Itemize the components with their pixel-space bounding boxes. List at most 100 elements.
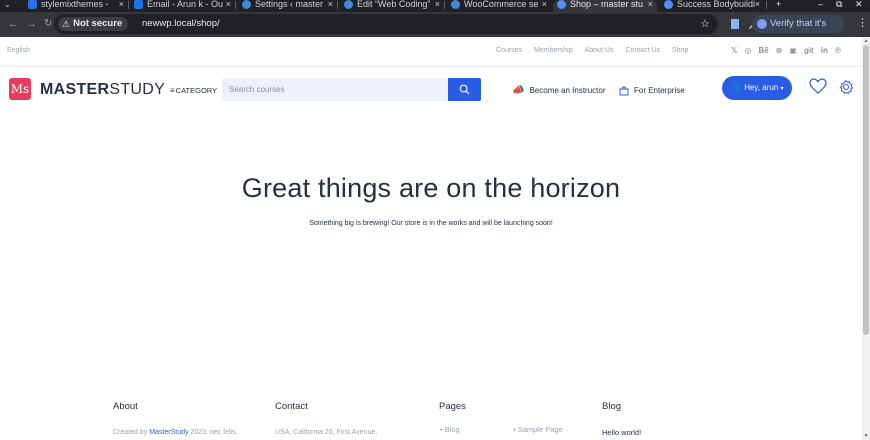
wordpress-icon xyxy=(451,0,460,9)
instagram-icon[interactable]: ◎ xyxy=(744,46,751,56)
scroll-down-arrow-icon[interactable]: ▼ xyxy=(863,433,869,439)
twitter-icon[interactable]: 𝕏 xyxy=(731,46,737,56)
close-icon[interactable]: × xyxy=(435,0,440,9)
category-menu-button[interactable]: ≡CATEGORY xyxy=(170,86,217,96)
browser-tab-strip: ⌄ stylemixthemes - × Email - Arun k - Ou… xyxy=(0,0,870,12)
briefcase-icon xyxy=(619,86,629,96)
logo-text[interactable]: MASTERSTUDY xyxy=(40,81,165,99)
gear-icon[interactable] xyxy=(838,79,854,95)
tab-label: Shop – master stu xyxy=(570,0,644,9)
tab-success-bodybuilding[interactable]: Success Bodybuildi × xyxy=(660,0,764,12)
tab-settings[interactable]: Settings ‹ master × xyxy=(238,0,337,12)
footer-blog-post-link[interactable]: Hello world! xyxy=(602,428,641,437)
site-top-bar: English Courses Membership About Us Cont… xyxy=(0,37,862,67)
search-icon xyxy=(459,84,470,95)
linkedin-icon[interactable]: in xyxy=(821,46,828,56)
toplink-contact-us[interactable]: Contact Us xyxy=(625,47,660,54)
footer-pages-heading: Pages xyxy=(439,401,466,412)
user-account-button[interactable]: 👤 Hey, arun ▾ xyxy=(722,76,792,100)
footer-about: About Created by MasterStudy 2023, nec f… xyxy=(113,401,238,437)
footer-about-text: Created by MasterStudy 2023, nec felis. xyxy=(113,429,238,436)
wordpress-icon xyxy=(344,0,353,9)
url-text[interactable]: newwp.local/shop/ xyxy=(142,18,220,30)
tab-label: WooCommerce se xyxy=(464,0,539,9)
close-icon[interactable]: × xyxy=(328,0,333,9)
footer-contact-text: USA, California 20, First Avenue, xyxy=(275,429,378,436)
footer-contact: Contact USA, California 20, First Avenue… xyxy=(275,401,377,437)
chevron-down-icon: ⌄ xyxy=(4,0,11,9)
dribbble-icon[interactable]: ⊛ xyxy=(776,46,783,56)
tab-label: Email - Arun k - Ou xyxy=(147,0,224,9)
scroll-thumb[interactable] xyxy=(863,45,869,335)
user-icon: 👤 xyxy=(732,83,742,92)
user-greeting: Hey, arun xyxy=(744,83,779,92)
tab-favicon xyxy=(28,0,37,9)
tab-edit-web-coding[interactable]: Edit “Web Coding” × xyxy=(340,0,444,12)
toplink-shop[interactable]: Shop xyxy=(672,47,688,54)
footer-page-sample[interactable]: • Sample Page xyxy=(513,425,563,434)
close-icon[interactable]: × xyxy=(226,0,231,9)
language-switcher[interactable]: English xyxy=(7,47,30,54)
webpage: English Courses Membership About Us Cont… xyxy=(0,37,862,440)
close-icon[interactable]: × xyxy=(119,0,124,9)
tab-label: Success Bodybuildi xyxy=(677,0,756,9)
pinterest-icon[interactable]: ℗ xyxy=(835,46,841,56)
tab-label: Edit “Web Coding” xyxy=(357,0,431,9)
tab-stylemixthemes[interactable]: stylemixthemes - × xyxy=(24,0,128,12)
tab-shop-active[interactable]: Shop – master stu × xyxy=(553,0,657,12)
address-bar[interactable]: ⚠ Not secure newwp.local/shop/ ☆ xyxy=(54,14,718,34)
scroll-up-arrow-icon[interactable]: ▲ xyxy=(863,38,869,44)
social-links: 𝕏 ◎ Bē ⊛ ▣ git in ℗ xyxy=(731,46,841,56)
bookmark-star-icon[interactable]: ☆ xyxy=(700,17,710,30)
logo-mark[interactable]: Ms xyxy=(9,78,31,100)
behance-icon[interactable]: Bē xyxy=(758,46,768,56)
tab-woocommerce[interactable]: WooCommerce se × xyxy=(447,0,551,12)
site-header: Ms MASTERSTUDY ≡CATEGORY 📣 Become an Ins… xyxy=(0,67,862,117)
masterstudy-favicon-icon xyxy=(557,0,566,9)
tab-label: stylemixthemes - xyxy=(41,0,109,9)
restore-icon[interactable]: ⧉ xyxy=(836,0,842,9)
forward-icon[interactable]: → xyxy=(26,18,37,30)
page-scrollbar[interactable]: ▲ ▼ xyxy=(862,37,870,440)
close-icon[interactable]: × xyxy=(648,0,653,9)
close-icon[interactable]: × xyxy=(755,0,760,9)
site-footer: About Created by MasterStudy 2023, nec f… xyxy=(0,389,862,440)
flickr-icon[interactable]: ▣ xyxy=(789,46,797,56)
top-links: Courses Membership About Us Contact Us S… xyxy=(496,47,700,54)
for-enterprise-label: For Enterprise xyxy=(634,86,685,95)
account-icon xyxy=(757,19,767,29)
extension-icon[interactable] xyxy=(729,18,741,30)
wordpress-icon xyxy=(242,0,251,9)
toplink-about-us[interactable]: About Us xyxy=(585,47,614,54)
reload-icon[interactable]: ↻ xyxy=(44,18,52,30)
caret-down-icon: ▾ xyxy=(780,86,784,92)
back-icon[interactable]: ← xyxy=(8,18,19,30)
menu-kebab-icon[interactable]: ⋮ xyxy=(857,17,868,29)
footer-contact-heading: Contact xyxy=(275,401,308,412)
search-input[interactable] xyxy=(222,78,448,101)
security-indicator[interactable]: ⚠ Not secure xyxy=(58,17,129,31)
new-tab-button[interactable]: + xyxy=(776,0,781,9)
footer-blog-heading: Blog xyxy=(602,401,622,412)
verify-identity-button[interactable]: Verify that it's you xyxy=(752,15,844,47)
tab-search-button[interactable]: ⌄ xyxy=(0,0,24,12)
close-icon[interactable]: × xyxy=(542,0,547,9)
toplink-courses[interactable]: Courses xyxy=(496,47,522,54)
heart-icon[interactable] xyxy=(808,76,828,96)
search-button[interactable] xyxy=(448,78,481,101)
warning-icon: ⚠ xyxy=(62,19,71,29)
footer-page-blog[interactable]: • Blog xyxy=(440,425,460,434)
minimize-icon[interactable]: – xyxy=(818,0,823,9)
github-icon[interactable]: git xyxy=(804,46,814,56)
footer-about-heading: About xyxy=(113,401,138,412)
footer-blog: Blog Hello world! xyxy=(602,401,641,437)
close-window-icon[interactable]: ✕ xyxy=(855,0,863,9)
become-instructor-link[interactable]: 📣 Become an Instructor xyxy=(512,85,606,97)
masterstudy-link[interactable]: MasterStudy xyxy=(149,429,188,436)
toplink-membership[interactable]: Membership xyxy=(534,47,573,54)
tab-email[interactable]: Email - Arun k - Ou × xyxy=(130,0,235,12)
category-label: CATEGORY xyxy=(175,86,218,95)
for-enterprise-link[interactable]: For Enterprise xyxy=(619,85,685,97)
browser-toolbar: ← → ↻ ⚠ Not secure newwp.local/shop/ ☆ 7… xyxy=(0,12,870,37)
tab-label: Settings ‹ master xyxy=(255,0,324,9)
